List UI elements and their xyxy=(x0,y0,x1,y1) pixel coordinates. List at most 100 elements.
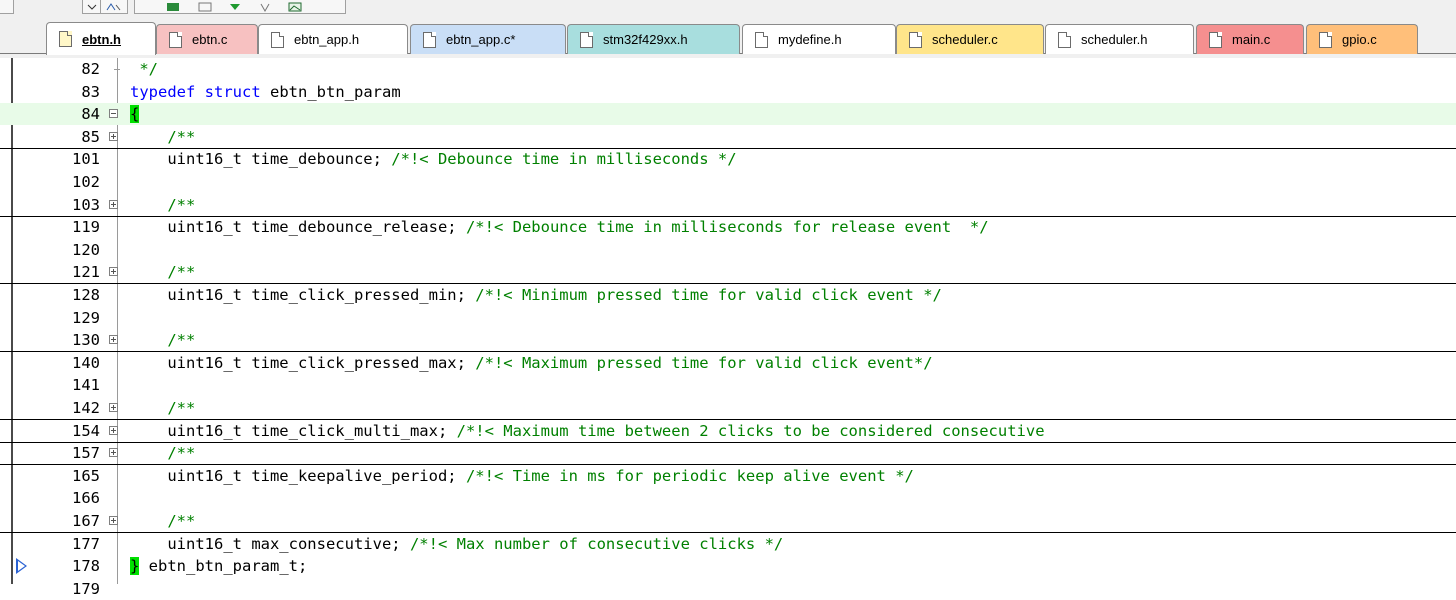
find-replace-icon[interactable] xyxy=(105,1,121,12)
expand-fold-icon[interactable] xyxy=(109,448,118,458)
expand-fold-icon[interactable] xyxy=(109,267,118,277)
code-token: ebtn_btn_param_t; xyxy=(139,557,308,576)
file-icon xyxy=(423,31,436,48)
file-icon xyxy=(271,31,284,48)
code-line[interactable]: 141 xyxy=(0,374,1456,396)
pin-icon[interactable] xyxy=(257,1,273,12)
tab-stm32f429xx-h[interactable]: stm32f429xx.h xyxy=(567,24,740,54)
fold-end-marker xyxy=(114,69,120,70)
expand-fold-icon[interactable] xyxy=(109,131,118,141)
code-line[interactable]: 84 { xyxy=(0,103,1456,126)
code-line[interactable]: 83 typedef struct ebtn_btn_param xyxy=(0,81,1456,103)
tile-icon[interactable] xyxy=(197,1,213,12)
code-text: /** xyxy=(130,126,195,148)
comment-token: /*!< Maximum time between 2 clicks to be… xyxy=(456,421,1045,440)
step-down-icon[interactable] xyxy=(227,1,243,12)
tab-label: stm32f429xx.h xyxy=(603,32,688,47)
code-line[interactable]: 103 /** xyxy=(0,194,1456,217)
code-text: */ xyxy=(130,58,158,80)
file-icon xyxy=(580,31,593,48)
code-line[interactable]: 167 /** xyxy=(0,510,1456,533)
code-line[interactable]: 157 /** xyxy=(0,442,1456,466)
code-text: /** xyxy=(130,397,195,419)
tab-label: main.c xyxy=(1232,32,1271,47)
tab-label: scheduler.h xyxy=(1081,32,1148,47)
tab-mydefine-h[interactable]: mydefine.h xyxy=(742,24,896,54)
code-token: uint16_t time_click_multi_max; xyxy=(130,421,457,440)
line-number: 177 xyxy=(72,534,100,553)
code-line[interactable]: 165 uint16_t time_keepalive_period; /*!<… xyxy=(0,465,1456,487)
file-tab-bar: ebtn.h ebtn.c ebtn_app.h ebtn_app.c* stm32f4… xyxy=(0,14,1456,59)
tab-label: ebtn.c xyxy=(192,32,228,47)
collapse-fold-icon[interactable] xyxy=(109,109,118,119)
code-line[interactable]: 142 /** xyxy=(0,397,1456,420)
line-number: 103 xyxy=(72,195,100,214)
code-line[interactable]: 130 /** xyxy=(0,329,1456,353)
code-line[interactable]: 82 */ xyxy=(0,58,1456,80)
toolbar-group-left xyxy=(0,0,14,14)
line-number: 82 xyxy=(81,60,100,78)
code-line[interactable]: 101 uint16_t time_debounce; /*!< Debounc… xyxy=(0,148,1456,170)
line-number: 83 xyxy=(81,82,100,101)
line-number: 166 xyxy=(72,489,100,508)
expand-fold-icon[interactable] xyxy=(109,425,118,435)
code-line[interactable]: 102 xyxy=(0,171,1456,193)
comment-token: /** xyxy=(130,127,196,146)
code-text: uint16_t max_consecutive; /*!< Max numbe… xyxy=(130,533,783,555)
code-editor[interactable]: 82 */ 83 typedef struct ebtn_btn_param 84 {8… xyxy=(0,58,1456,598)
file-icon xyxy=(1319,31,1332,48)
code-line[interactable]: 178} ebtn_btn_param_t; xyxy=(0,555,1456,577)
current-line-arrow-icon xyxy=(16,558,27,575)
code-token: ebtn_btn_param xyxy=(260,82,401,101)
comment-token: /*!< Time in ms for periodic keep alive … xyxy=(465,466,914,485)
code-line[interactable]: 120 xyxy=(0,239,1456,261)
tab-ebtn-app-h[interactable]: ebtn_app.h xyxy=(258,24,408,54)
line-number: 102 xyxy=(72,173,100,191)
code-line[interactable]: 179 xyxy=(0,578,1456,600)
code-line[interactable]: 177 uint16_t max_consecutive; /*!< Max n… xyxy=(0,533,1456,555)
file-icon xyxy=(59,31,72,47)
code-text: /** xyxy=(130,194,195,216)
tab-scheduler-c[interactable]: scheduler.c xyxy=(896,24,1044,54)
code-line[interactable]: 129 xyxy=(0,307,1456,329)
comment-token: /*!< Max number of consecutive clicks */ xyxy=(409,534,784,553)
code-line[interactable]: 119 uint16_t time_debounce_release; /*!<… xyxy=(0,216,1456,238)
line-number: 120 xyxy=(72,240,100,259)
tab-main-c[interactable]: main.c xyxy=(1196,24,1304,54)
line-number: 129 xyxy=(72,308,100,327)
file-icon xyxy=(909,31,922,48)
tab-label: scheduler.c xyxy=(932,32,998,47)
tab-ebtn-c[interactable]: ebtn.c xyxy=(156,24,258,54)
tab-ebtn-app-c[interactable]: ebtn_app.c* xyxy=(410,24,566,54)
code-token: uint16_t time_click_pressed_max; xyxy=(130,353,476,372)
comment-token: /*!< Maximum pressed time for valid clic… xyxy=(475,353,933,372)
file-icon xyxy=(169,31,182,48)
tab-gpio-c[interactable]: gpio.c xyxy=(1306,24,1418,54)
toolbar-group-find xyxy=(100,0,128,14)
matched-brace: } xyxy=(130,557,140,576)
file-icon xyxy=(1058,31,1071,48)
toolbar-group-windows xyxy=(134,0,346,14)
code-text: } ebtn_btn_param_t; xyxy=(130,555,307,577)
expand-fold-icon[interactable] xyxy=(109,403,118,412)
comment-token: /** xyxy=(130,399,196,417)
tab-scheduler-h[interactable]: scheduler.h xyxy=(1045,24,1194,54)
code-text: /** xyxy=(130,261,195,283)
window-icon[interactable] xyxy=(165,1,181,12)
expand-fold-icon[interactable] xyxy=(109,199,118,209)
dropdown-icon[interactable] xyxy=(84,1,100,12)
code-line[interactable]: 166 xyxy=(0,487,1456,509)
code-line[interactable]: 121 /** xyxy=(0,261,1456,285)
file-icon xyxy=(755,31,768,48)
code-line[interactable]: 154 uint16_t time_click_multi_max; /*!< … xyxy=(0,420,1456,443)
code-line[interactable]: 128 uint16_t time_click_pressed_min; /*!… xyxy=(0,284,1456,306)
code-line[interactable]: 140 uint16_t time_click_pressed_max; /*!… xyxy=(0,352,1456,374)
expand-fold-icon[interactable] xyxy=(109,516,118,525)
code-line[interactable]: 85 /** xyxy=(0,126,1456,149)
tab-label: gpio.c xyxy=(1342,32,1377,47)
image-icon[interactable] xyxy=(287,1,303,12)
line-number: 119 xyxy=(72,218,100,237)
tab-ebtn-h[interactable]: ebtn.h xyxy=(46,22,156,55)
expand-fold-icon[interactable] xyxy=(109,335,118,345)
